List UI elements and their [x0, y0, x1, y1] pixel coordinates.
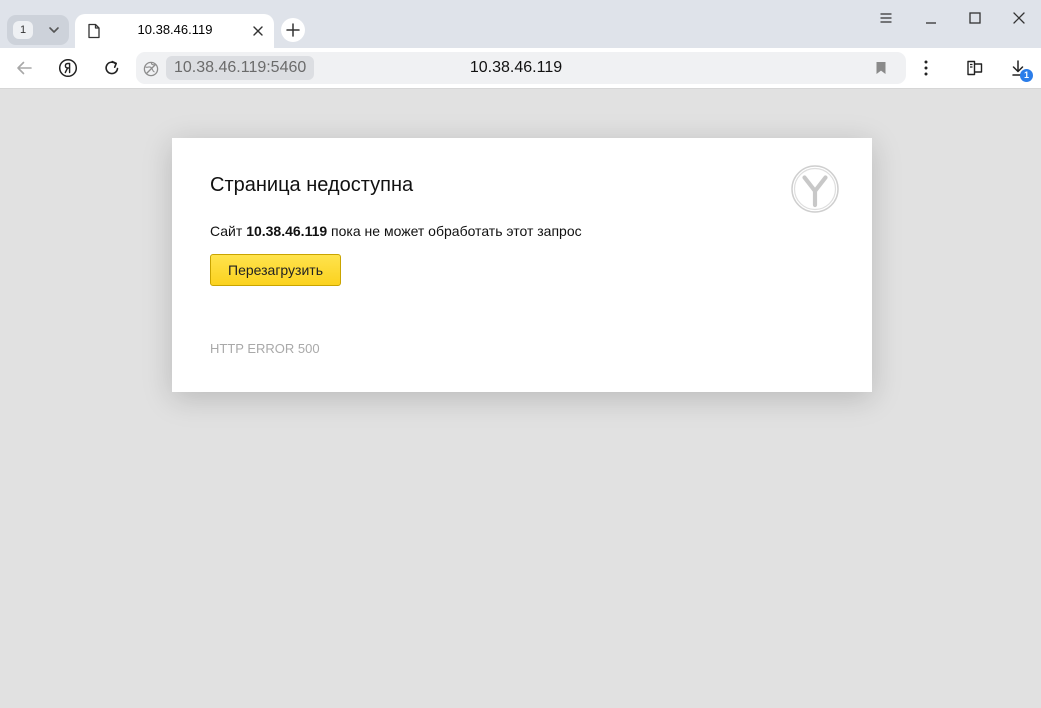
minimize-icon	[926, 22, 936, 24]
close-window-button[interactable]	[1005, 6, 1033, 30]
error-message-suffix: пока не может обработать этот запрос	[327, 223, 582, 239]
active-tab[interactable]: 10.38.46.119	[75, 14, 274, 48]
tab-count-badge: 1	[13, 21, 33, 39]
plus-icon	[286, 23, 300, 37]
downloads-count-badge: 1	[1020, 69, 1033, 82]
minimize-button[interactable]	[917, 6, 945, 30]
error-code: HTTP ERROR 500	[210, 341, 320, 356]
new-tab-button[interactable]	[281, 18, 305, 42]
downloads-button[interactable]: 1	[1007, 56, 1033, 82]
error-card: Страница недоступна Сайт 10.38.46.119 по…	[172, 138, 872, 392]
maximize-icon	[969, 12, 981, 24]
bookmark-icon[interactable]	[874, 61, 888, 75]
close-icon[interactable]	[251, 24, 265, 38]
browser-menu-button[interactable]	[872, 6, 900, 30]
site-info-icon[interactable]	[142, 60, 160, 78]
sidebar-panel-button[interactable]	[962, 56, 988, 80]
more-menu-button[interactable]	[913, 56, 939, 80]
reload-icon	[105, 60, 119, 75]
menu-icon	[880, 13, 892, 23]
address-bar[interactable]: 10.38.46.119:5460 10.38.46.119	[136, 52, 906, 84]
url-host[interactable]: 10.38.46.119:5460	[166, 56, 315, 80]
page-content: Страница недоступна Сайт 10.38.46.119 по…	[0, 89, 1041, 708]
tab-list-chevron-icon[interactable]	[47, 23, 61, 37]
maximize-button[interactable]	[961, 6, 989, 30]
reload-button[interactable]: Перезагрузить	[210, 254, 341, 286]
close-window-icon	[1013, 12, 1025, 24]
omnibox-page-title[interactable]: 10.38.46.119	[421, 52, 611, 84]
back-arrow-icon	[17, 61, 32, 75]
tab-title: 10.38.46.119	[137, 22, 213, 37]
more-vertical-icon	[924, 60, 928, 76]
tab-group-button[interactable]: 1	[7, 15, 69, 45]
tab-strip: 1 10.38.46.119	[0, 0, 1041, 48]
error-message-host: 10.38.46.119	[246, 223, 328, 239]
browser-toolbar: 10.38.46.119:5460 10.38.46.119 1	[0, 48, 1041, 89]
yandex-browser-logo-icon	[790, 164, 840, 214]
sidebar-panel-icon	[967, 60, 983, 76]
reload-page-button[interactable]	[99, 56, 125, 80]
back-button[interactable]	[11, 56, 37, 80]
error-message-prefix: Сайт	[210, 223, 247, 239]
yandex-button[interactable]	[55, 56, 81, 80]
error-message: Сайт 10.38.46.119 пока не может обработа…	[210, 223, 582, 239]
error-title: Страница недоступна	[210, 174, 414, 196]
yandex-logo-icon	[58, 58, 78, 78]
page-icon	[87, 23, 101, 39]
